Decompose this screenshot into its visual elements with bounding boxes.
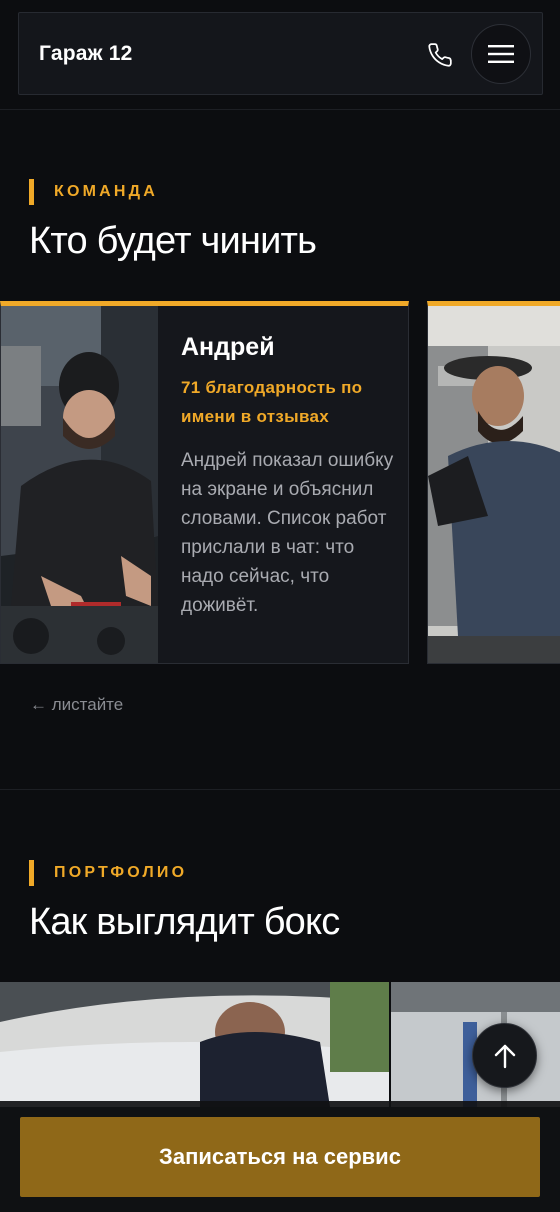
eyebrow-bar xyxy=(29,860,34,886)
portfolio-title: Как выглядит бокс xyxy=(29,901,340,943)
phone-button[interactable] xyxy=(423,38,457,72)
hamburger-menu-icon xyxy=(488,45,514,63)
team-title: Кто будет чинить xyxy=(29,220,317,262)
thanks-count: 71 благодарность по имени в отзывах xyxy=(181,378,363,426)
arrow-up-icon xyxy=(494,1044,515,1068)
mechanic-name: Андрей xyxy=(181,333,275,361)
team-eyebrow-label: КОМАНДА xyxy=(54,183,159,200)
eyebrow-bar xyxy=(29,179,34,205)
team-eyebrow: КОМАНДА xyxy=(29,179,158,205)
book-service-button[interactable]: Записаться на сервис xyxy=(20,1117,540,1197)
logo[interactable]: Гараж 12 xyxy=(39,42,133,66)
team-card-next[interactable] xyxy=(427,301,560,664)
section-divider xyxy=(0,789,560,790)
portfolio-eyebrow-label: ПОРТФОЛИО xyxy=(54,864,188,881)
portfolio-eyebrow: ПОРТФОЛИО xyxy=(29,860,187,886)
site-header: Гараж 12 xyxy=(18,12,543,95)
mechanic-photo xyxy=(1,306,158,663)
swipe-hint: ← листайте xyxy=(30,695,124,714)
mechanic-description: Андрей показал ошибку на экране и объясн… xyxy=(181,450,394,616)
menu-button[interactable] xyxy=(471,24,531,84)
book-service-label: Записаться на сервис xyxy=(159,1144,401,1169)
team-card[interactable]: Андрей 71 благодарность по имени в отзыв… xyxy=(0,301,409,664)
scroll-to-top-button[interactable] xyxy=(472,1023,537,1088)
team-card-body: Андрей 71 благодарность по имени в отзыв… xyxy=(181,333,396,620)
portfolio-photo[interactable] xyxy=(0,982,389,1107)
phone-icon xyxy=(428,43,452,67)
mechanic-photo-next xyxy=(428,306,560,663)
header-divider xyxy=(0,109,560,110)
